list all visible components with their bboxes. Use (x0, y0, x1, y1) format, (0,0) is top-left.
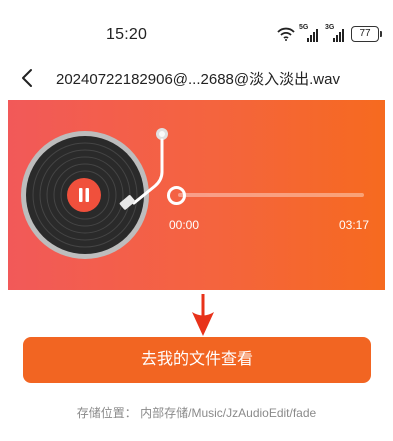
status-time: 15:20 (106, 26, 148, 43)
signal-5g-icon: 5G (299, 24, 321, 42)
storage-label: 存储位置： (76, 406, 137, 420)
page-title: 20240722182906@...2688@淡入淡出.wav (56, 71, 340, 88)
pause-icon (67, 178, 101, 212)
progress-thumb[interactable] (167, 186, 186, 205)
wifi-icon (277, 27, 295, 41)
open-my-files-button[interactable]: 去我的文件查看 (23, 337, 371, 383)
status-bar: 15:20 5G 3G 77 (0, 0, 393, 58)
battery-icon: 77 (351, 26, 382, 42)
progress-track[interactable] (178, 193, 364, 197)
player-panel: 00:00 03:17 (8, 100, 385, 290)
status-icons: 5G 3G 77 (277, 24, 382, 43)
nav-bar: 20240722182906@...2688@淡入淡出.wav (0, 58, 393, 98)
chevron-left-icon (22, 69, 32, 87)
storage-path: 内部存储/Music/JzAudioEdit/fade (140, 406, 317, 420)
arrow-down-icon (192, 294, 214, 336)
duration-time: 03:17 (338, 218, 369, 232)
signal-3g-icon: 3G (325, 24, 347, 42)
pause-button[interactable] (67, 178, 101, 212)
back-button[interactable] (16, 66, 40, 90)
storage-location: 存储位置： 内部存储/Music/JzAudioEdit/fade (0, 404, 393, 421)
current-time: 00:00 (169, 218, 200, 232)
